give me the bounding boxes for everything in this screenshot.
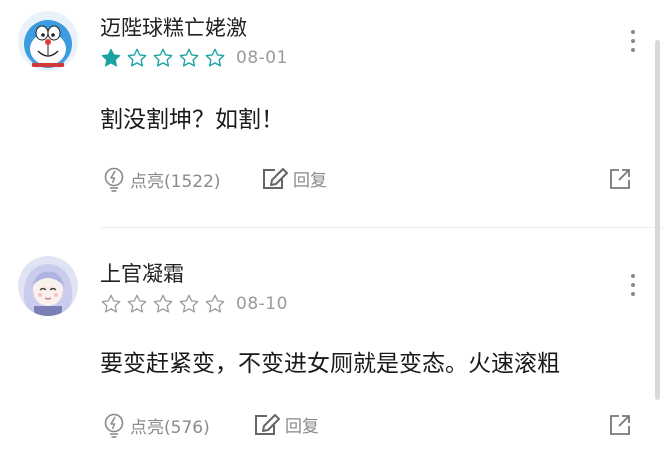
like-label: 点亮(1522) — [130, 171, 221, 192]
more-icon[interactable] — [630, 30, 636, 56]
star-icon — [101, 48, 121, 67]
avatar[interactable] — [18, 256, 78, 316]
share-button[interactable] — [608, 413, 632, 441]
like-button[interactable]: 点亮(1522) — [102, 166, 221, 192]
star-icon — [127, 294, 147, 313]
like-button[interactable]: 点亮(576) — [102, 412, 210, 438]
star-icon — [205, 294, 225, 313]
share-icon — [610, 415, 630, 435]
comment-item-1: 迈陛球糕亡姥激 08-01 割没割坤？如割！ 点亮(1522) 回复 — [0, 0, 664, 228]
reply-button[interactable]: 回复 — [253, 412, 319, 437]
star-icon — [153, 48, 173, 67]
username[interactable]: 上官凝霜 — [100, 258, 184, 288]
star-icon — [127, 48, 147, 67]
comment-text: 割没割坤？如割！ — [100, 107, 284, 133]
star-rating: 08-10 — [100, 293, 288, 315]
reply-button[interactable]: 回复 — [261, 166, 327, 191]
star-icon — [179, 48, 199, 67]
avatar[interactable] — [18, 11, 78, 71]
username[interactable]: 迈陛球糕亡姥激 — [100, 12, 247, 42]
star-rating: 08-01 — [100, 47, 288, 69]
edit-icon — [263, 167, 288, 189]
comment-text: 要变赶紧变，不变进女厕就是变态。火速滚粗 — [100, 351, 560, 377]
comment-date: 08-01 — [236, 48, 288, 68]
lightbulb-icon — [104, 167, 124, 192]
comment-item-2: 上官凝霜 08-10 要变赶紧变，不变进女厕就是变态。火速滚粗 点亮(576) … — [0, 228, 664, 449]
more-icon[interactable] — [630, 274, 636, 300]
reply-label: 回复 — [285, 417, 319, 437]
star-icon — [153, 294, 173, 313]
share-icon — [610, 169, 630, 189]
star-icon — [205, 48, 225, 67]
star-icon — [101, 294, 121, 313]
star-icon — [179, 294, 199, 313]
scrollbar[interactable] — [655, 40, 660, 400]
comment-date: 08-10 — [236, 294, 288, 314]
lightbulb-icon — [104, 413, 124, 438]
like-label: 点亮(576) — [130, 417, 210, 438]
comment-actions: 点亮(1522) 回复 — [100, 166, 642, 196]
share-button[interactable] — [608, 167, 632, 195]
edit-icon — [255, 413, 280, 435]
reply-label: 回复 — [293, 171, 327, 191]
comment-actions: 点亮(576) 回复 — [100, 412, 642, 442]
